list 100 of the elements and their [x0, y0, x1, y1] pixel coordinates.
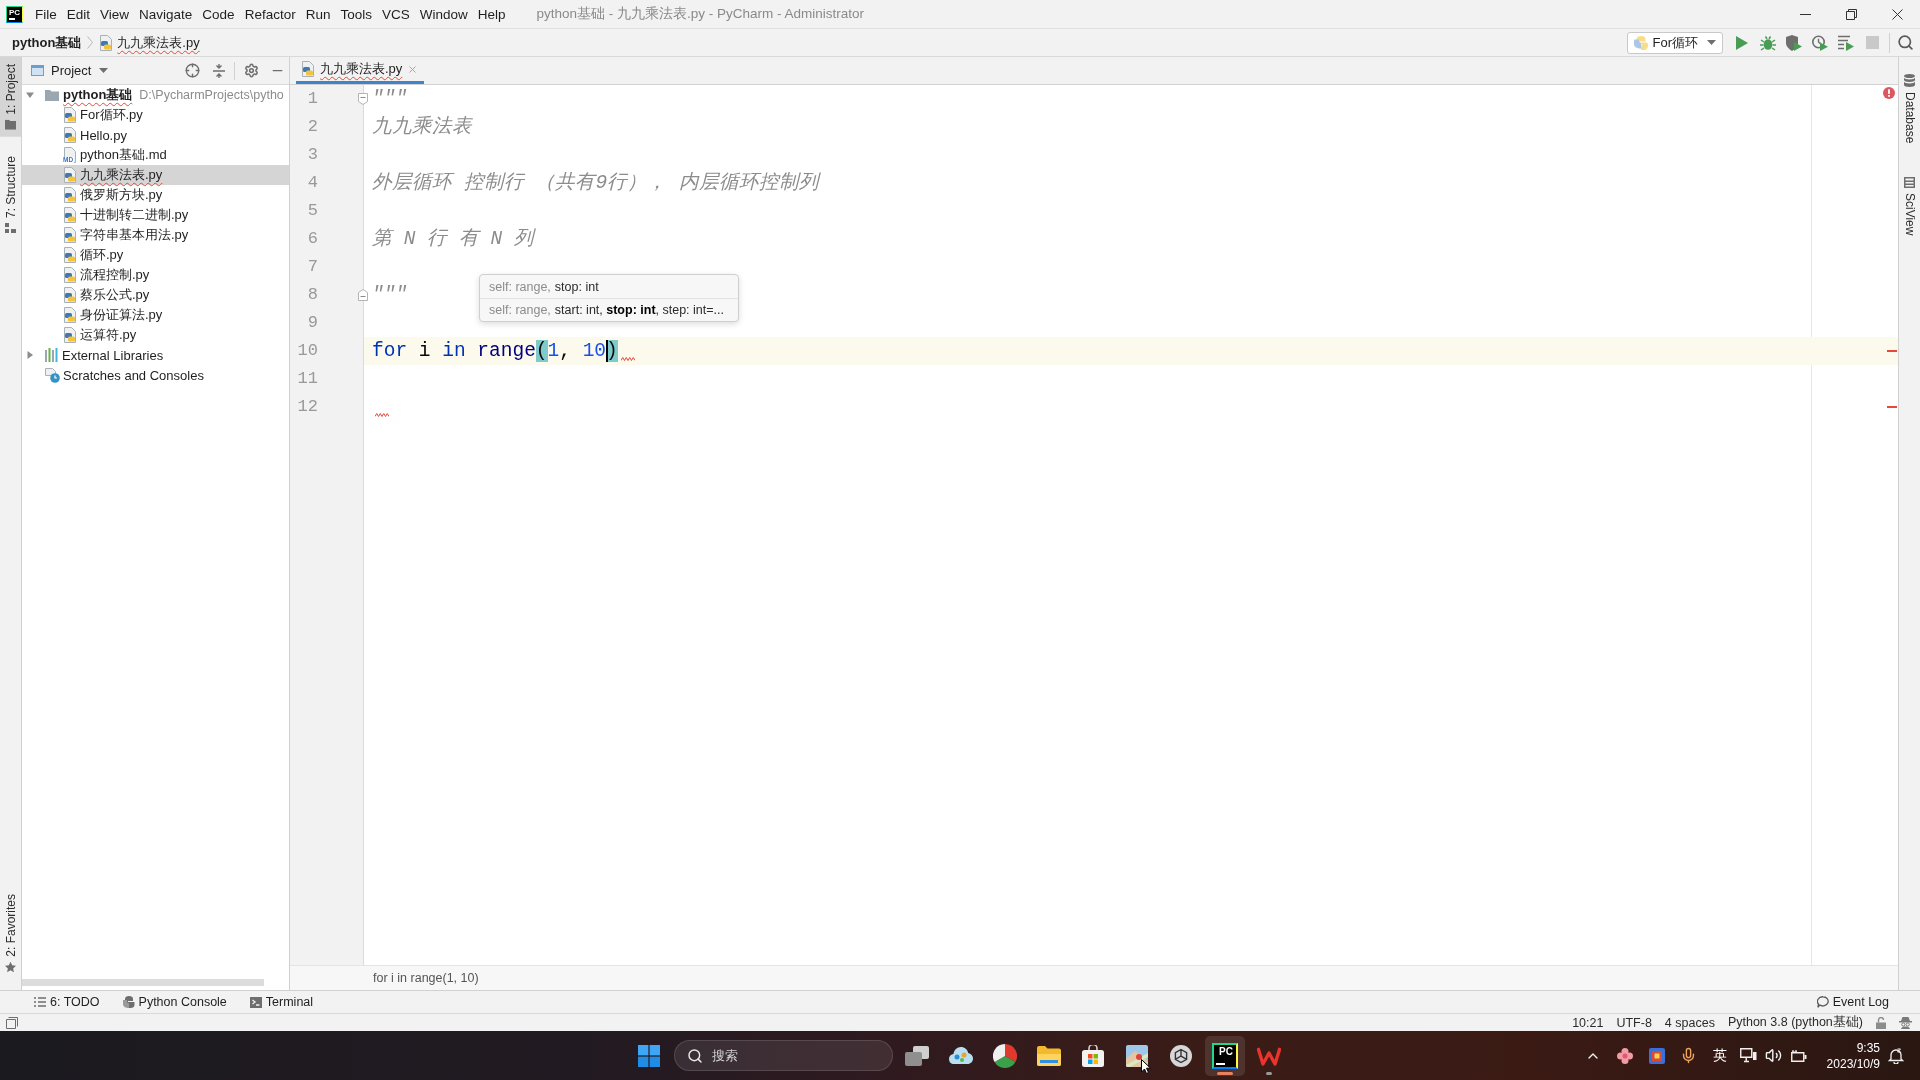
settings-icon[interactable] — [244, 63, 259, 78]
tool-window-tab[interactable]: 2: Favorites — [0, 887, 21, 980]
tool-window-tab[interactable]: 1: Project — [0, 57, 21, 137]
clock-play-icon[interactable] — [1812, 34, 1828, 51]
folder-icon — [1037, 1045, 1061, 1066]
python-file-icon — [99, 34, 114, 51]
minimize-icon[interactable] — [1799, 13, 1811, 15]
tool-window-tab[interactable]: 7: Structure — [0, 148, 21, 240]
horizontal-scrollbar[interactable] — [22, 979, 264, 986]
cloud-icon — [949, 1044, 973, 1067]
breadcrumb-separator-icon — [87, 36, 94, 49]
bug-icon[interactable] — [1760, 34, 1776, 51]
start-logo-icon[interactable] — [638, 1044, 660, 1067]
line-number: 3 — [306, 144, 319, 166]
breadcrumb-item[interactable]: 九九乘法表.py — [99, 33, 200, 52]
tree-item[interactable]: Hello.py — [22, 125, 289, 145]
tool-window-tab[interactable]: Database — [1899, 67, 1920, 151]
clock-date[interactable]: 2023/10/9 — [1826, 1055, 1880, 1072]
tree-item[interactable]: 十进制转二进制.py — [22, 205, 289, 225]
app-logo: PC — [1212, 1042, 1238, 1069]
window-icon — [31, 65, 44, 76]
tree-item[interactable]: For循环.py — [22, 105, 289, 125]
tree-item[interactable]: 流程控制.py — [22, 265, 289, 285]
tree-item[interactable]: 循环.py — [22, 245, 289, 265]
menu-item[interactable]: File — [30, 0, 62, 28]
input-language-indicator[interactable]: 英 — [1704, 1046, 1736, 1065]
search-icon[interactable] — [1897, 34, 1914, 51]
fold-marker-icon[interactable] — [358, 289, 368, 301]
speaker-icon[interactable] — [1765, 1047, 1783, 1064]
menu-item[interactable]: View — [95, 0, 135, 28]
menu-item[interactable]: Code — [197, 0, 240, 28]
shield-play-icon[interactable] — [1786, 34, 1802, 51]
flower-icon[interactable] — [1616, 1047, 1633, 1064]
breadcrumb-item[interactable]: for i in range(1, 10) — [373, 971, 479, 985]
tool-window-button[interactable]: Python Console — [116, 995, 233, 1009]
breadcrumb-item[interactable]: python基础 — [12, 33, 82, 52]
error-indicator-icon[interactable] — [1883, 87, 1895, 99]
tool-window-tab[interactable]: SciView — [1899, 170, 1920, 243]
window-title: python基础 - 九九乘法表.py - PyCharm - Administrator — [536, 5, 865, 23]
close-icon[interactable] — [1891, 8, 1903, 20]
tree-item[interactable]: 运算符.py — [22, 325, 289, 345]
bell-icon[interactable] — [1888, 1047, 1904, 1064]
menu-item[interactable]: Edit — [61, 0, 96, 28]
folder-icon — [5, 119, 16, 130]
search-icon — [687, 1047, 703, 1064]
menu-item[interactable]: Help — [472, 0, 511, 28]
grid-icon — [1904, 177, 1915, 189]
python-file-icon — [63, 167, 77, 183]
tool-window-button[interactable]: 6: TODO — [28, 995, 106, 1009]
lock-icon[interactable] — [1876, 1016, 1886, 1029]
collapse-icon[interactable] — [213, 63, 225, 78]
view-dropdown[interactable]: Project — [31, 63, 109, 78]
run-configuration-dropdown[interactable]: For循环 — [1626, 31, 1723, 54]
status-bar-item[interactable]: 4 spaces — [1664, 1015, 1715, 1030]
taskbar-app-button[interactable]: PC — [1205, 1035, 1245, 1076]
tree-item[interactable]: python基础 D:\PycharmProjects\pytho — [22, 85, 289, 105]
status-bar-item[interactable]: UTF-8 — [1616, 1015, 1652, 1030]
detective-icon[interactable] — [1899, 1016, 1912, 1029]
speech-bubble-icon — [1816, 996, 1829, 1008]
python-file-icon — [301, 61, 315, 77]
crosshair-icon[interactable] — [185, 63, 200, 78]
battery-icon[interactable] — [1788, 1049, 1807, 1062]
stacked-squares-icon[interactable] — [6, 1016, 18, 1029]
tree-item[interactable]: 字符串基本用法.py — [22, 225, 289, 245]
tree-item[interactable]: Scratches and Consoles — [22, 365, 289, 385]
line-number: 7 — [306, 256, 319, 278]
tree-item[interactable]: 蔡乐公式.py — [22, 285, 289, 305]
arrow-right-icon[interactable] — [26, 351, 34, 359]
tree-item[interactable]: 俄罗斯方块.py — [22, 185, 289, 205]
tree-item[interactable]: 身份证算法.py — [22, 305, 289, 325]
menu-item[interactable]: VCS — [376, 0, 415, 28]
restore-icon[interactable] — [1845, 8, 1857, 20]
python-logo-icon — [122, 996, 135, 1008]
monitor-icon[interactable] — [1740, 1048, 1758, 1063]
event-log-button[interactable]: Event Log — [1810, 995, 1895, 1009]
tree-item[interactable]: External Libraries — [22, 345, 289, 365]
line-number: 12 — [296, 396, 319, 418]
file-clock-icon — [45, 367, 60, 383]
python-file-icon — [63, 287, 77, 303]
task-view-icon — [905, 1045, 929, 1066]
fold-marker-icon[interactable] — [358, 93, 368, 105]
menu-item[interactable]: Tools — [335, 0, 377, 28]
menu-item[interactable]: Refactor — [239, 0, 301, 28]
menu-item[interactable]: Run — [300, 0, 336, 28]
status-bar-item[interactable]: Python 3.8 (python基础) — [1727, 1014, 1863, 1031]
cube-circle-icon — [1170, 1044, 1192, 1067]
status-bar-item[interactable]: 10:21 — [1572, 1015, 1604, 1030]
tree-item[interactable]: 九九乘法表.py — [22, 165, 289, 185]
clock-time[interactable]: 9:35 — [1856, 1039, 1880, 1056]
menu-item[interactable]: Navigate — [134, 0, 198, 28]
arrow-down-icon[interactable] — [26, 91, 34, 99]
tool-window-button[interactable]: Terminal — [243, 995, 320, 1009]
path-label: D:\PycharmProjects\pytho — [139, 88, 284, 102]
tile-icon[interactable] — [1648, 1047, 1665, 1064]
folder-icon — [45, 89, 59, 101]
list-play-icon[interactable] — [1838, 34, 1854, 51]
python-file-icon — [63, 187, 77, 203]
menu-item[interactable]: Window — [414, 0, 473, 28]
run-icon[interactable] — [1736, 35, 1748, 50]
line-number: 8 — [306, 284, 319, 306]
